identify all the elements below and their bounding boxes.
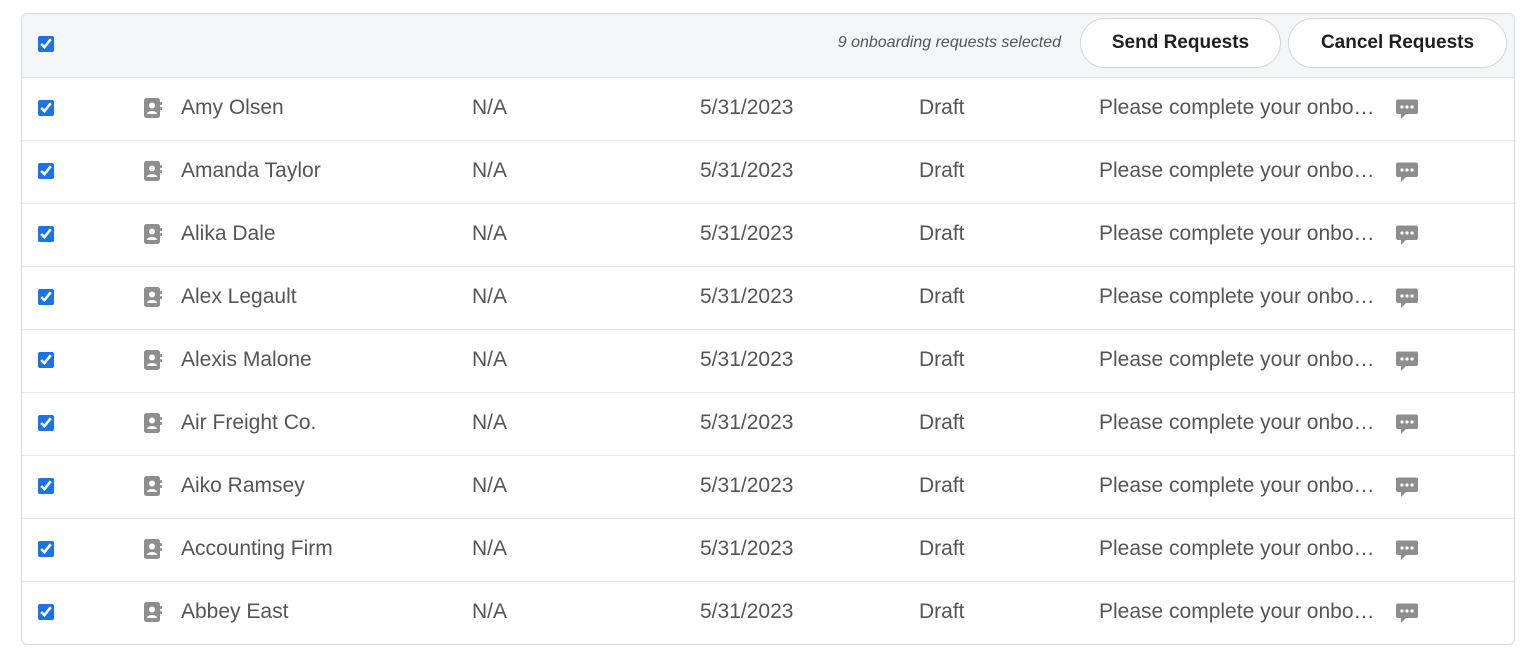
row-checkbox[interactable] <box>38 289 54 305</box>
row-checkbox[interactable] <box>38 478 54 494</box>
chat-bubble-icon[interactable] <box>1395 475 1419 499</box>
contact-name: Aiko Ramsey <box>181 474 305 497</box>
message-preview: Please complete your onbo… <box>1099 222 1375 245</box>
message-preview: Please complete your onbo… <box>1099 285 1375 308</box>
chat-bubble-icon[interactable] <box>1395 412 1419 436</box>
table-row[interactable]: Abbey East N/A 5/31/2023 Draft Please co… <box>22 582 1514 644</box>
contact-card-icon <box>144 350 162 370</box>
send-requests-button[interactable]: Send Requests <box>1080 18 1281 68</box>
message-preview: Please complete your onbo… <box>1099 159 1375 182</box>
chat-bubble-icon[interactable] <box>1395 223 1419 247</box>
table-row[interactable]: Alexis Malone N/A 5/31/2023 Draft Please… <box>22 330 1514 393</box>
contact-name: Alex Legault <box>181 285 297 308</box>
contact-name: Accounting Firm <box>181 537 333 560</box>
secondary-value: N/A <box>472 285 508 308</box>
contact-name: Amy Olsen <box>181 96 284 119</box>
message-preview: Please complete your onbo… <box>1099 600 1375 623</box>
secondary-value: N/A <box>472 411 508 434</box>
status-text: Draft <box>919 474 965 497</box>
table-row[interactable]: Alex Legault N/A 5/31/2023 Draft Please … <box>22 267 1514 330</box>
status-text: Draft <box>919 348 965 371</box>
row-checkbox[interactable] <box>38 604 54 620</box>
chat-bubble-icon[interactable] <box>1395 601 1419 625</box>
table-header-bar: 9 onboarding requests selected Send Requ… <box>22 14 1514 78</box>
request-date: 5/31/2023 <box>700 285 794 308</box>
secondary-value: N/A <box>472 348 508 371</box>
contact-name: Air Freight Co. <box>181 411 317 434</box>
row-checkbox[interactable] <box>38 226 54 242</box>
contact-card-icon <box>144 539 162 559</box>
secondary-value: N/A <box>472 474 508 497</box>
onboarding-requests-table: 9 onboarding requests selected Send Requ… <box>21 13 1515 645</box>
chat-bubble-icon[interactable] <box>1395 97 1419 121</box>
status-text: Draft <box>919 600 965 623</box>
chat-bubble-icon[interactable] <box>1395 349 1419 373</box>
contact-card-icon <box>144 224 162 244</box>
request-date: 5/31/2023 <box>700 348 794 371</box>
message-preview: Please complete your onbo… <box>1099 537 1375 560</box>
request-date: 5/31/2023 <box>700 474 794 497</box>
chat-bubble-icon[interactable] <box>1395 160 1419 184</box>
message-preview: Please complete your onbo… <box>1099 411 1375 434</box>
table-row[interactable]: Aiko Ramsey N/A 5/31/2023 Draft Please c… <box>22 456 1514 519</box>
secondary-value: N/A <box>472 222 508 245</box>
request-date: 5/31/2023 <box>700 600 794 623</box>
contact-card-icon <box>144 413 162 433</box>
request-date: 5/31/2023 <box>700 537 794 560</box>
message-preview: Please complete your onbo… <box>1099 348 1375 371</box>
request-date: 5/31/2023 <box>700 159 794 182</box>
contact-card-icon <box>144 161 162 181</box>
secondary-value: N/A <box>472 96 508 119</box>
row-checkbox[interactable] <box>38 415 54 431</box>
request-date: 5/31/2023 <box>700 96 794 119</box>
status-text: Draft <box>919 159 965 182</box>
contact-name: Abbey East <box>181 600 289 623</box>
table-body: Amy Olsen N/A 5/31/2023 Draft Please com… <box>22 78 1514 644</box>
table-row[interactable]: Accounting Firm N/A 5/31/2023 Draft Plea… <box>22 519 1514 582</box>
table-row[interactable]: Amanda Taylor N/A 5/31/2023 Draft Please… <box>22 141 1514 204</box>
contact-name: Amanda Taylor <box>181 159 321 182</box>
contact-card-icon <box>144 602 162 622</box>
cancel-requests-button[interactable]: Cancel Requests <box>1288 18 1507 68</box>
select-all-checkbox[interactable] <box>38 36 54 52</box>
secondary-value: N/A <box>472 537 508 560</box>
request-date: 5/31/2023 <box>700 411 794 434</box>
status-text: Draft <box>919 96 965 119</box>
table-row[interactable]: Alika Dale N/A 5/31/2023 Draft Please co… <box>22 204 1514 267</box>
contact-name: Alika Dale <box>181 222 276 245</box>
row-checkbox[interactable] <box>38 541 54 557</box>
row-checkbox[interactable] <box>38 163 54 179</box>
message-preview: Please complete your onbo… <box>1099 474 1375 497</box>
selection-count-text: 9 onboarding requests selected <box>837 34 1061 51</box>
status-text: Draft <box>919 411 965 434</box>
row-checkbox[interactable] <box>38 352 54 368</box>
contact-card-icon <box>144 98 162 118</box>
status-text: Draft <box>919 285 965 308</box>
status-text: Draft <box>919 537 965 560</box>
contact-name: Alexis Malone <box>181 348 312 371</box>
secondary-value: N/A <box>472 600 508 623</box>
contact-card-icon <box>144 476 162 496</box>
secondary-value: N/A <box>472 159 508 182</box>
chat-bubble-icon[interactable] <box>1395 286 1419 310</box>
request-date: 5/31/2023 <box>700 222 794 245</box>
chat-bubble-icon[interactable] <box>1395 538 1419 562</box>
table-row[interactable]: Air Freight Co. N/A 5/31/2023 Draft Plea… <box>22 393 1514 456</box>
message-preview: Please complete your onbo… <box>1099 96 1375 119</box>
status-text: Draft <box>919 222 965 245</box>
table-row[interactable]: Amy Olsen N/A 5/31/2023 Draft Please com… <box>22 78 1514 141</box>
row-checkbox[interactable] <box>38 100 54 116</box>
contact-card-icon <box>144 287 162 307</box>
